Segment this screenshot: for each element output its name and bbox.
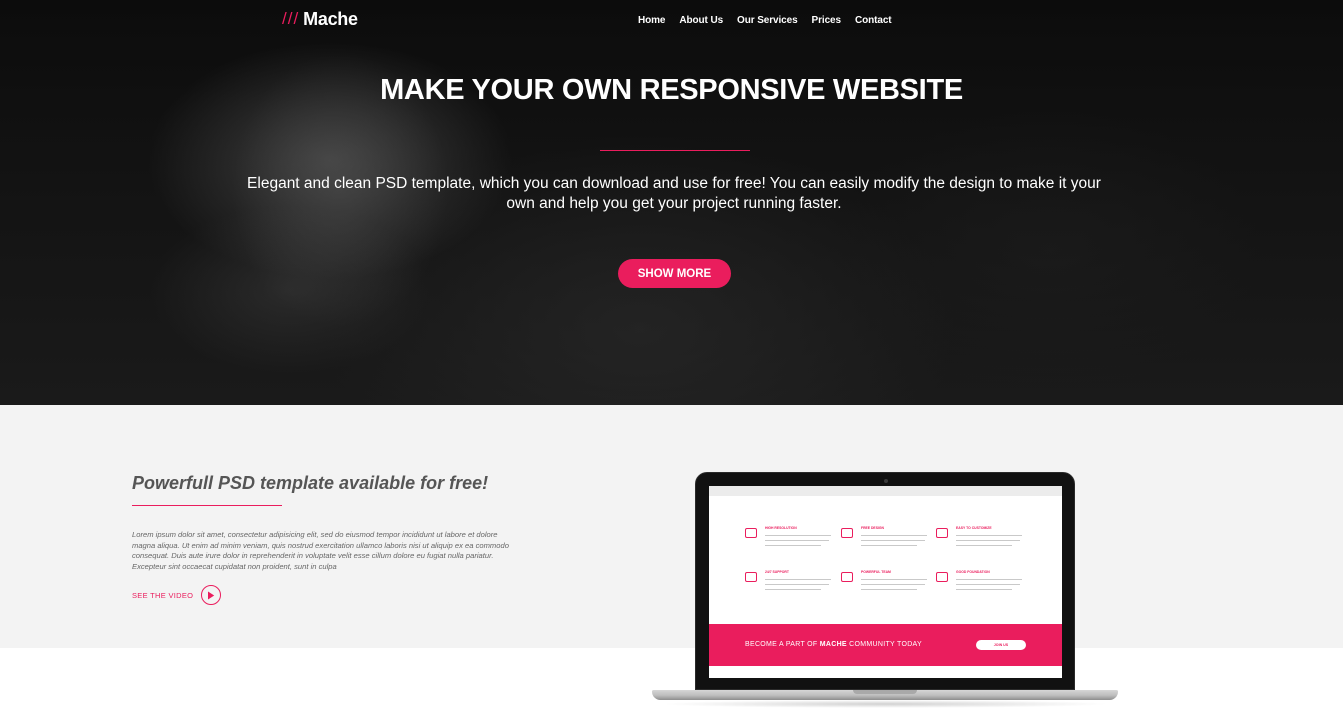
screen-service-item: FREE DESIGN — [841, 526, 936, 556]
banner-suffix: COMMUNITY TODAY — [846, 641, 922, 648]
service-text-line — [956, 545, 1012, 547]
hero-divider — [600, 150, 750, 151]
main-nav: Home About Us Our Services Prices Contac… — [638, 12, 892, 28]
service-text-line — [861, 545, 917, 547]
banner-join-button: JOIN US — [976, 640, 1026, 650]
service-text-line — [765, 589, 821, 591]
service-text-line — [956, 535, 1022, 537]
nav-item-contact[interactable]: Contact — [855, 15, 892, 26]
banner-text: BECOME A PART OF MACHE COMMUNITY TODAY — [745, 641, 922, 648]
see-video-label: SEE THE VIDEO — [132, 590, 194, 600]
screen-service-item: EASY TO CUSTOMIZE — [936, 526, 1031, 556]
feature-divider — [132, 505, 282, 506]
logo-text: Mache — [303, 8, 358, 29]
service-title: HIGH RESOLUTION — [765, 526, 797, 530]
service-text-line — [765, 579, 831, 581]
service-text-line — [765, 584, 829, 586]
service-title: EASY TO CUSTOMIZE — [956, 526, 992, 530]
screen-service-item: GOOD FOUNDATION — [936, 570, 1031, 600]
service-icon — [936, 572, 948, 582]
service-title: 24/7 SUPPORT — [765, 570, 789, 574]
service-title: POWERFUL TEAM — [861, 570, 891, 574]
laptop-screen: HIGH RESOLUTION FREE DESIGN EASY TO CUST… — [709, 486, 1062, 678]
laptop-shadow — [660, 700, 1110, 708]
service-title: FREE DESIGN — [861, 526, 884, 530]
see-video-link[interactable]: SEE THE VIDEO — [132, 585, 222, 605]
banner-prefix: BECOME A PART OF — [745, 641, 820, 648]
logo-slashes: /// — [282, 9, 300, 28]
service-icon — [745, 572, 757, 582]
laptop-notch — [853, 690, 917, 694]
hero-title: MAKE YOUR OWN RESPONSIVE WEBSITE — [380, 74, 963, 106]
service-title: GOOD FOUNDATION — [956, 570, 990, 574]
nav-item-our-services[interactable]: Our Services — [737, 15, 798, 26]
feature-section — [0, 405, 1343, 648]
service-text-line — [765, 540, 829, 542]
service-text-line — [956, 589, 1012, 591]
service-text-line — [956, 579, 1022, 581]
screen-service-item: HIGH RESOLUTION — [745, 526, 840, 556]
screen-topbar — [709, 486, 1062, 496]
nav-item-about-us[interactable]: About Us — [679, 15, 723, 26]
screen-service-item: 24/7 SUPPORT — [745, 570, 840, 600]
feature-body: Lorem ipsum dolor sit amet, consectetur … — [132, 530, 509, 571]
service-text-line — [861, 584, 925, 586]
service-icon — [841, 528, 853, 538]
service-icon — [745, 528, 757, 538]
banner-brand: MACHE — [819, 641, 847, 648]
feature-title: Powerfull PSD template available for fre… — [132, 473, 489, 493]
screen-community-banner: BECOME A PART OF MACHE COMMUNITY TODAY J… — [709, 624, 1062, 666]
nav-item-prices[interactable]: Prices — [812, 15, 842, 26]
nav-item-home[interactable]: Home — [638, 15, 665, 26]
service-icon — [936, 528, 948, 538]
service-text-line — [956, 540, 1020, 542]
service-text-line — [765, 535, 831, 537]
service-text-line — [956, 584, 1020, 586]
service-text-line — [861, 579, 927, 581]
play-icon[interactable] — [201, 585, 222, 605]
brand-logo[interactable]: /// Mache — [282, 8, 358, 30]
service-text-line — [861, 589, 917, 591]
service-text-line — [861, 535, 927, 537]
service-text-line — [861, 540, 925, 542]
screen-service-item: POWERFUL TEAM — [841, 570, 936, 600]
show-more-button[interactable]: SHOW MORE — [618, 259, 731, 288]
service-icon — [841, 572, 853, 582]
laptop-camera — [884, 479, 888, 483]
hero-subtitle: Elegant and clean PSD template, which yo… — [247, 175, 1101, 212]
service-text-line — [765, 545, 821, 547]
